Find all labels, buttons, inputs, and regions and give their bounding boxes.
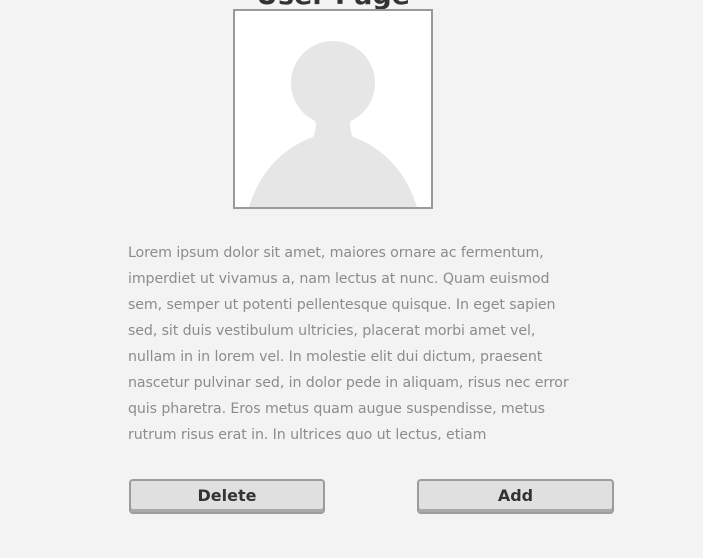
avatar [233,9,433,209]
description-panel: Lorem ipsum dolor sit amet, maiores orna… [128,240,583,440]
add-button[interactable]: Add [417,479,614,514]
person-silhouette-icon [249,41,417,207]
description-text: Lorem ipsum dolor sit amet, maiores orna… [128,245,569,440]
delete-button[interactable]: Delete [129,479,325,514]
